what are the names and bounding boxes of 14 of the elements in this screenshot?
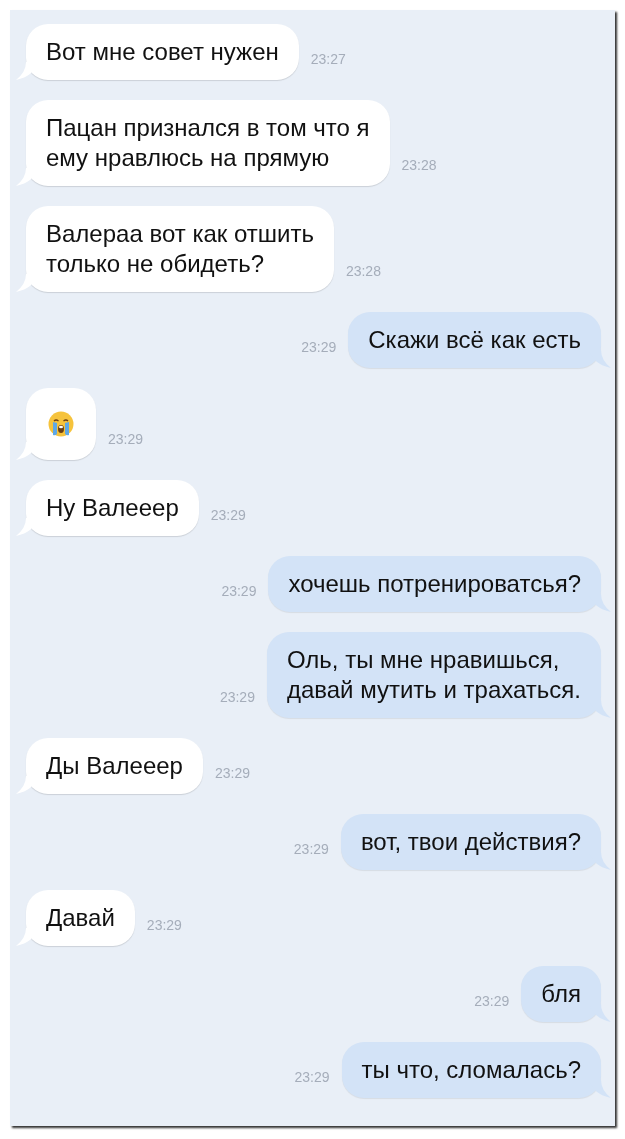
message-time: 23:29: [214, 764, 250, 783]
message-time: 23:29: [108, 430, 144, 449]
message-time: 23:29: [146, 916, 182, 935]
message-time: 23:29: [474, 992, 510, 1011]
message-time: 23:29: [301, 338, 337, 357]
message-time: 23:29: [210, 506, 246, 525]
message-time: 23:28: [401, 156, 437, 175]
message-time: 23:29: [293, 840, 329, 859]
crying-face-icon: [48, 411, 74, 437]
message-time: 23:27: [310, 50, 346, 69]
message-time: 23:29: [219, 688, 255, 707]
message-time: 23:29: [294, 1068, 330, 1087]
message-time: 23:29: [221, 582, 257, 601]
message-time: 23:28: [345, 262, 381, 281]
